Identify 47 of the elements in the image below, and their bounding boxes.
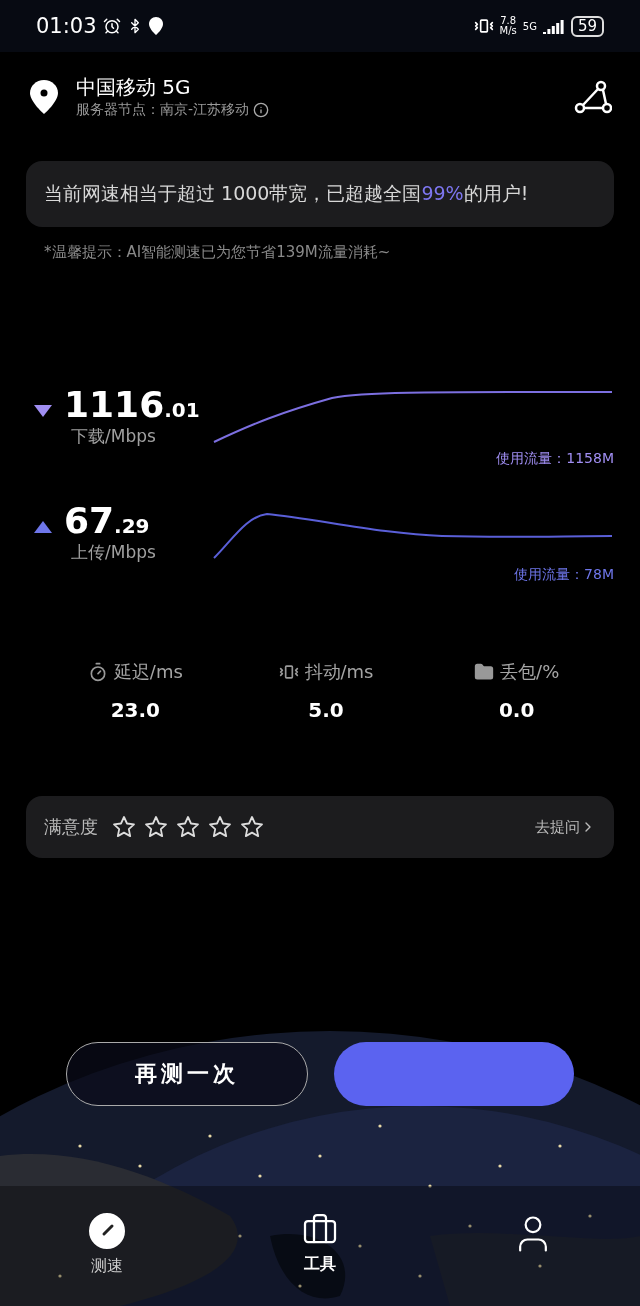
server-location-text: 服务器节点：南京-江苏移动 bbox=[76, 101, 250, 119]
metric-label: 延迟/ms bbox=[113, 660, 183, 684]
battery-level: 59 bbox=[570, 15, 604, 37]
speed-value: 1116 bbox=[64, 384, 165, 425]
star-icon[interactable] bbox=[240, 815, 264, 839]
star-icon[interactable] bbox=[144, 815, 168, 839]
speed-decimal: .29 bbox=[114, 514, 150, 538]
satisfaction-label: 满意度 bbox=[44, 815, 98, 839]
metric-label: 抖动/ms bbox=[304, 660, 374, 684]
speed-ranking-banner: 当前网速相当于超过 1000带宽，已超越全国99%的用户! bbox=[26, 161, 614, 227]
info-icon[interactable] bbox=[253, 102, 270, 118]
carrier-name: 中国移动 5G bbox=[76, 74, 192, 101]
tip-text: *温馨提示：AI智能测速已为您节省139M流量消耗~ bbox=[44, 243, 392, 262]
network-type: 5G bbox=[522, 20, 537, 32]
down-triangle-icon bbox=[34, 405, 52, 417]
up-triangle-icon bbox=[34, 521, 52, 533]
network-speed-value: 7.8 bbox=[500, 16, 517, 26]
network-speed-unit: M/s bbox=[499, 26, 517, 36]
speed-unit: 下载/Mbps bbox=[71, 425, 157, 448]
route-icon[interactable] bbox=[574, 79, 612, 114]
star-icon[interactable] bbox=[208, 815, 232, 839]
alarm-icon bbox=[102, 17, 121, 35]
nav-label: 工具 bbox=[304, 1254, 336, 1275]
location-pin-icon bbox=[28, 78, 60, 115]
ask-question-link[interactable]: 去提问 bbox=[535, 817, 596, 837]
folder-icon bbox=[474, 662, 495, 682]
data-usage: 使用流量：1158M bbox=[496, 450, 614, 468]
gauge-icon bbox=[87, 1212, 126, 1250]
retest-button[interactable]: 再测一次 bbox=[66, 1042, 308, 1106]
star-icon[interactable] bbox=[112, 815, 136, 839]
metric-value: 5.0 bbox=[308, 698, 344, 722]
vibrate-icon bbox=[473, 16, 494, 36]
signal-icon bbox=[542, 18, 565, 34]
speed-unit: 上传/Mbps bbox=[71, 541, 157, 564]
star-rating[interactable] bbox=[112, 815, 264, 839]
metric-label: 丢包/% bbox=[500, 660, 560, 684]
speed-decimal: .01 bbox=[164, 398, 200, 422]
nav-label: 测速 bbox=[90, 1256, 123, 1277]
star-icon[interactable] bbox=[176, 815, 200, 839]
speed-value: 67 bbox=[64, 500, 115, 541]
data-usage: 使用流量：78M bbox=[514, 566, 614, 584]
vibrate-icon bbox=[278, 662, 299, 682]
clock-time: 01:03 bbox=[36, 14, 97, 38]
metric-value: 23.0 bbox=[110, 698, 160, 722]
nav-tab[interactable]: 工具 bbox=[213, 1186, 427, 1306]
location-icon bbox=[148, 17, 163, 35]
metric-value: 0.0 bbox=[498, 698, 535, 722]
